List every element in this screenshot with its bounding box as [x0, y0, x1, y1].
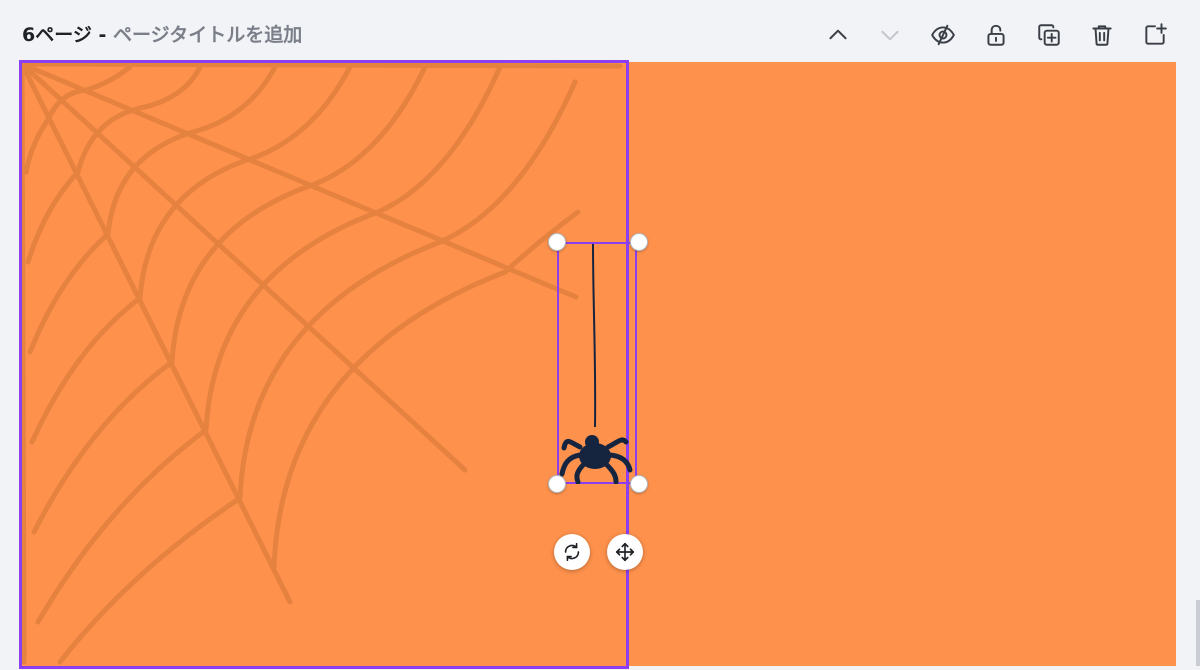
unlocked-padlock-icon [987, 24, 1005, 46]
move-button[interactable] [607, 534, 643, 570]
spider-web-icon[interactable] [20, 62, 630, 666]
resize-handle-top-left[interactable] [548, 233, 566, 251]
rotate-icon [564, 542, 580, 562]
move-page-down-button[interactable] [873, 18, 907, 52]
duplicate-page-button[interactable] [1032, 18, 1066, 52]
trash-icon [1092, 25, 1112, 46]
move-arrows-icon [615, 542, 635, 562]
chevron-up-icon [829, 29, 847, 40]
page-number: 6ページ [22, 24, 92, 46]
page-title[interactable]: 6ページ - ページタイトルを追加 [22, 22, 302, 48]
eye-slash-icon [931, 24, 955, 46]
resize-handle-top-right[interactable] [630, 233, 648, 251]
move-page-up-button[interactable] [821, 18, 855, 52]
scrollbar[interactable] [1196, 600, 1200, 666]
title-separator: - [91, 24, 113, 46]
add-page-icon [1145, 23, 1167, 45]
resize-handle-bottom-right[interactable] [630, 475, 648, 493]
chevron-down-icon [881, 30, 899, 41]
add-page-button[interactable] [1138, 18, 1172, 52]
lock-page-button[interactable] [979, 18, 1013, 52]
duplicate-icon [1038, 24, 1060, 46]
spider-icon[interactable] [556, 242, 646, 484]
hide-page-button[interactable] [926, 18, 960, 52]
page-header: 6ページ - ページタイトルを追加 [0, 0, 1200, 62]
rotate-button[interactable] [554, 534, 590, 570]
resize-handle-bottom-left[interactable] [548, 475, 566, 493]
page-title-placeholder[interactable]: ページタイトルを追加 [113, 24, 302, 46]
delete-page-button[interactable] [1085, 18, 1119, 52]
